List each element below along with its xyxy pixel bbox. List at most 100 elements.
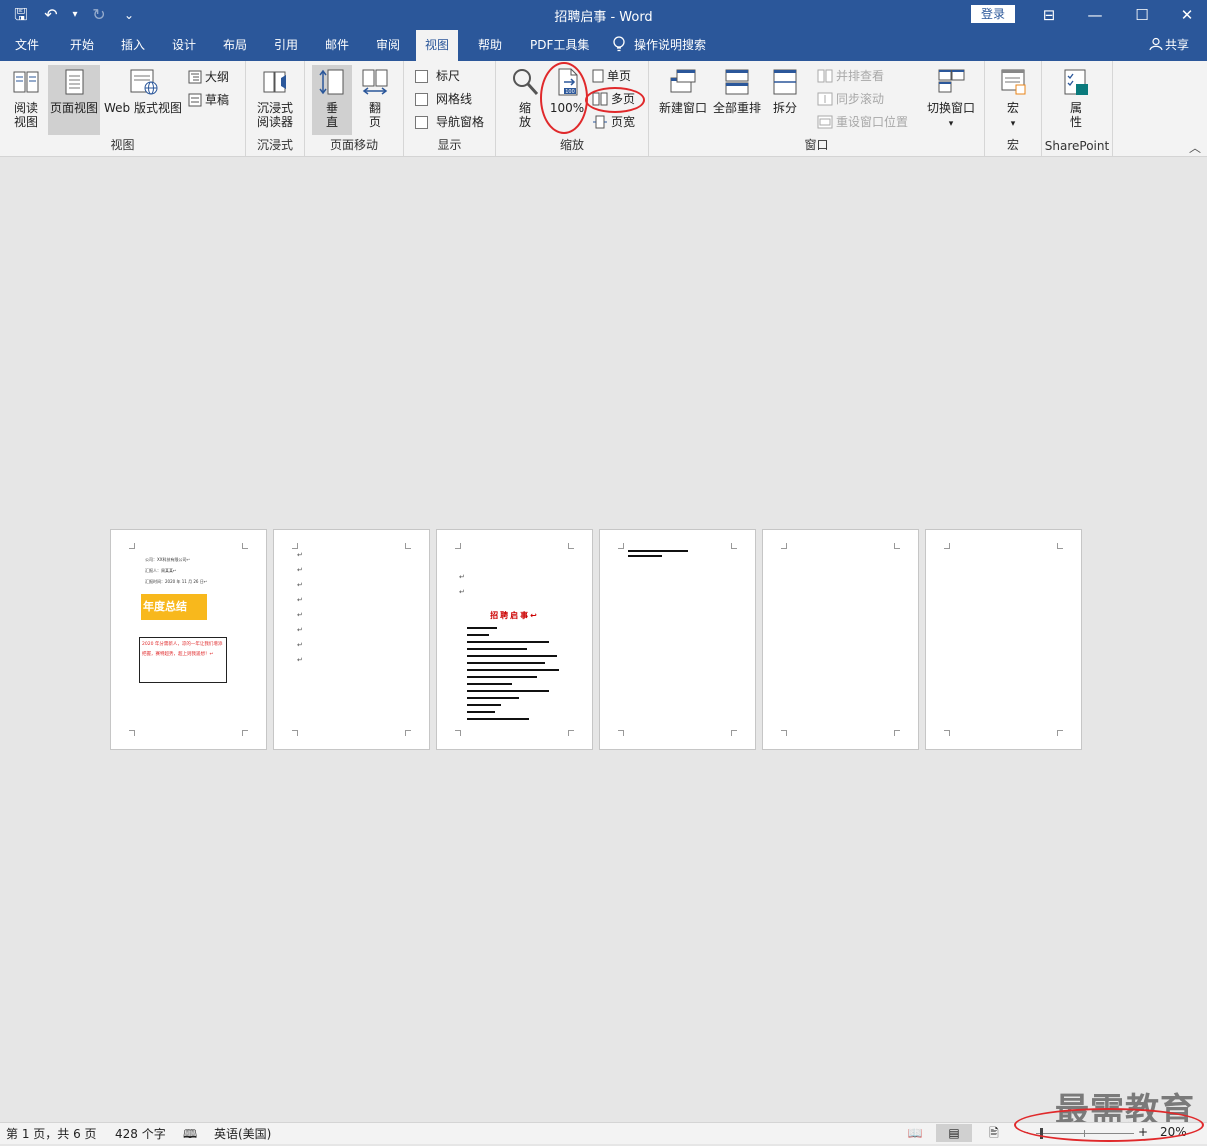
- ruler-checkbox[interactable]: 标尺: [415, 68, 460, 84]
- read-mode-view-icon[interactable]: 📖: [897, 1124, 933, 1142]
- reset-window-position-button[interactable]: 重设窗口位置: [817, 114, 908, 130]
- collapse-ribbon-icon[interactable]: ︿: [1189, 139, 1201, 156]
- arrange-all-icon: [725, 69, 749, 95]
- window-title: 招聘启事 - Word: [554, 10, 653, 25]
- group-sharepoint: 属 性 SharePoint: [1042, 61, 1113, 156]
- one-page-button[interactable]: 单页: [592, 68, 631, 84]
- immersive-reader-button[interactable]: 沉浸式 阅读器: [252, 65, 298, 135]
- group-show: 标尺 网格线 导航窗格 显示: [404, 61, 496, 156]
- text-line: [467, 697, 519, 699]
- paragraph-mark: ↵: [297, 641, 303, 649]
- paragraph-mark: ↵: [297, 626, 303, 634]
- new-window-button[interactable]: 新建窗口: [657, 65, 709, 135]
- web-layout-button[interactable]: Web 版式视图: [102, 65, 184, 135]
- group-sharepoint-label: SharePoint: [1044, 139, 1110, 153]
- paragraph-mark: ↵: [297, 551, 303, 559]
- draft-button[interactable]: 草稿: [188, 92, 229, 108]
- page-width-button[interactable]: 页宽: [592, 114, 635, 130]
- tab-view[interactable]: 视图: [416, 30, 459, 61]
- paragraph-mark: ↵: [297, 611, 303, 619]
- group-immersive-label: 沉浸式: [256, 138, 293, 152]
- split-button[interactable]: 拆分: [765, 65, 805, 135]
- close-button[interactable]: ✕: [1172, 4, 1202, 26]
- tell-me-search[interactable]: 操作说明搜索: [612, 30, 715, 61]
- tab-layout[interactable]: 布局: [214, 30, 256, 61]
- zoom-button[interactable]: 缩 放: [506, 65, 544, 135]
- outline-icon: [188, 70, 202, 84]
- ruler-check-box[interactable]: [415, 69, 428, 83]
- highlight-ring-zoom: [1014, 1108, 1204, 1142]
- tab-help[interactable]: 帮助: [469, 30, 511, 61]
- read-mode-button[interactable]: 阅读 视图: [6, 65, 46, 135]
- properties-icon: [1064, 69, 1088, 95]
- share-button[interactable]: 共享: [1149, 30, 1189, 61]
- vertical-scroll-icon: [319, 69, 344, 95]
- group-macros-label: 宏: [1006, 138, 1019, 152]
- document-page-2[interactable]: ↵ ↵ ↵ ↵ ↵ ↵ ↵ ↵: [273, 529, 430, 750]
- text-line: [467, 704, 501, 706]
- page-corner-mark: [944, 730, 950, 736]
- immersive-reader-label: 沉浸式 阅读器: [256, 101, 293, 129]
- page-width-icon: [593, 115, 607, 129]
- summary-text-box: 2020 年分需新人，凉的一年让我们增添把握，赛特超势，超上则我遥想！↩: [139, 637, 227, 683]
- document-canvas[interactable]: 公司：XX科技有限公司↩ 汇报人：周某某↩ 汇报时间：2020 年 11 月 2…: [0, 157, 1207, 1122]
- group-window-label: 窗口: [804, 138, 829, 152]
- document-page-5[interactable]: [762, 529, 919, 750]
- page-count-status[interactable]: 第 1 页，共 6 页: [6, 1125, 97, 1142]
- print-layout-view-icon[interactable]: ▤: [936, 1124, 972, 1142]
- maximize-button[interactable]: ☐: [1127, 4, 1157, 26]
- draft-label: 草稿: [205, 93, 230, 107]
- reset-window-position-label: 重设窗口位置: [836, 115, 909, 129]
- gridlines-checkbox[interactable]: 网格线: [415, 91, 472, 107]
- tab-mailings[interactable]: 邮件: [316, 30, 358, 61]
- tab-file[interactable]: 文件: [6, 30, 48, 61]
- tab-home[interactable]: 开始: [61, 30, 103, 61]
- ribbon-display-options-icon[interactable]: ⊟: [1034, 4, 1064, 26]
- outline-button[interactable]: 大纲: [188, 69, 229, 85]
- page-corner-mark: [405, 543, 411, 549]
- side-to-side-button[interactable]: 翻 页: [355, 65, 395, 135]
- view-side-by-side-button[interactable]: 并排查看: [817, 68, 884, 84]
- page-corner-mark: [1057, 730, 1063, 736]
- ribbon-view: 阅读 视图 页面视图 Web 版式视图 大纲 草稿 视图 沉浸式 阅读器 沉浸式…: [0, 61, 1207, 157]
- person-icon: [1149, 37, 1163, 51]
- login-button[interactable]: 登录: [971, 5, 1015, 23]
- ruler-label: 标尺: [436, 69, 461, 83]
- page-corner-mark: [455, 730, 461, 736]
- page-corner-mark: [618, 730, 624, 736]
- language-status[interactable]: 英语(美国): [214, 1125, 271, 1142]
- navigation-pane-check-box[interactable]: [415, 115, 428, 129]
- group-macros: 宏 ▾ 宏: [985, 61, 1042, 156]
- title-bar: 🖫 ↶ ▾ ↻ ⌄ 招聘启事 - Word 登录 ⊟ — ☐ ✕: [0, 0, 1207, 30]
- document-page-6[interactable]: [925, 529, 1082, 750]
- minimize-button[interactable]: —: [1080, 4, 1110, 26]
- page-corner-mark: [894, 543, 900, 549]
- document-page-1[interactable]: 公司：XX科技有限公司↩ 汇报人：周某某↩ 汇报时间：2020 年 11 月 2…: [110, 529, 267, 750]
- switch-windows-button[interactable]: 切换窗口 ▾: [923, 65, 979, 135]
- print-layout-button[interactable]: 页面视图: [48, 65, 100, 135]
- gridlines-check-box[interactable]: [415, 92, 428, 106]
- tab-pdf-tools[interactable]: PDF工具集: [521, 30, 598, 61]
- macros-label: 宏: [1006, 101, 1019, 115]
- navigation-pane-checkbox[interactable]: 导航窗格: [415, 114, 484, 130]
- document-page-3[interactable]: ↵ ↵ 招聘启事↩: [436, 529, 593, 750]
- tab-insert[interactable]: 插入: [112, 30, 154, 61]
- properties-button[interactable]: 属 性: [1056, 65, 1096, 135]
- vertical-button[interactable]: 垂 直: [312, 65, 352, 135]
- one-page-label: 单页: [607, 69, 632, 83]
- zoom-label: 缩 放: [518, 101, 531, 129]
- tab-design[interactable]: 设计: [163, 30, 205, 61]
- document-page-4[interactable]: [599, 529, 756, 750]
- page-corner-mark: [455, 543, 461, 549]
- ribbon-tabs: 文件 开始 插入 设计 布局 引用 邮件 审阅 视图 帮助 PDF工具集 操作说…: [0, 30, 1207, 61]
- word-count-status[interactable]: 428 个字: [115, 1125, 166, 1142]
- reset-position-icon: [817, 115, 833, 129]
- web-layout-view-icon[interactable]: 🖹: [976, 1124, 1012, 1142]
- arrange-all-button[interactable]: 全部重排: [711, 65, 763, 135]
- tab-review[interactable]: 审阅: [367, 30, 409, 61]
- synchronous-scrolling-button[interactable]: 同步滚动: [817, 91, 884, 107]
- macros-dropdown-icon: ▾: [1010, 119, 1016, 129]
- page-corner-mark: [129, 730, 135, 736]
- macros-button[interactable]: 宏 ▾: [995, 65, 1031, 135]
- tab-references[interactable]: 引用: [265, 30, 307, 61]
